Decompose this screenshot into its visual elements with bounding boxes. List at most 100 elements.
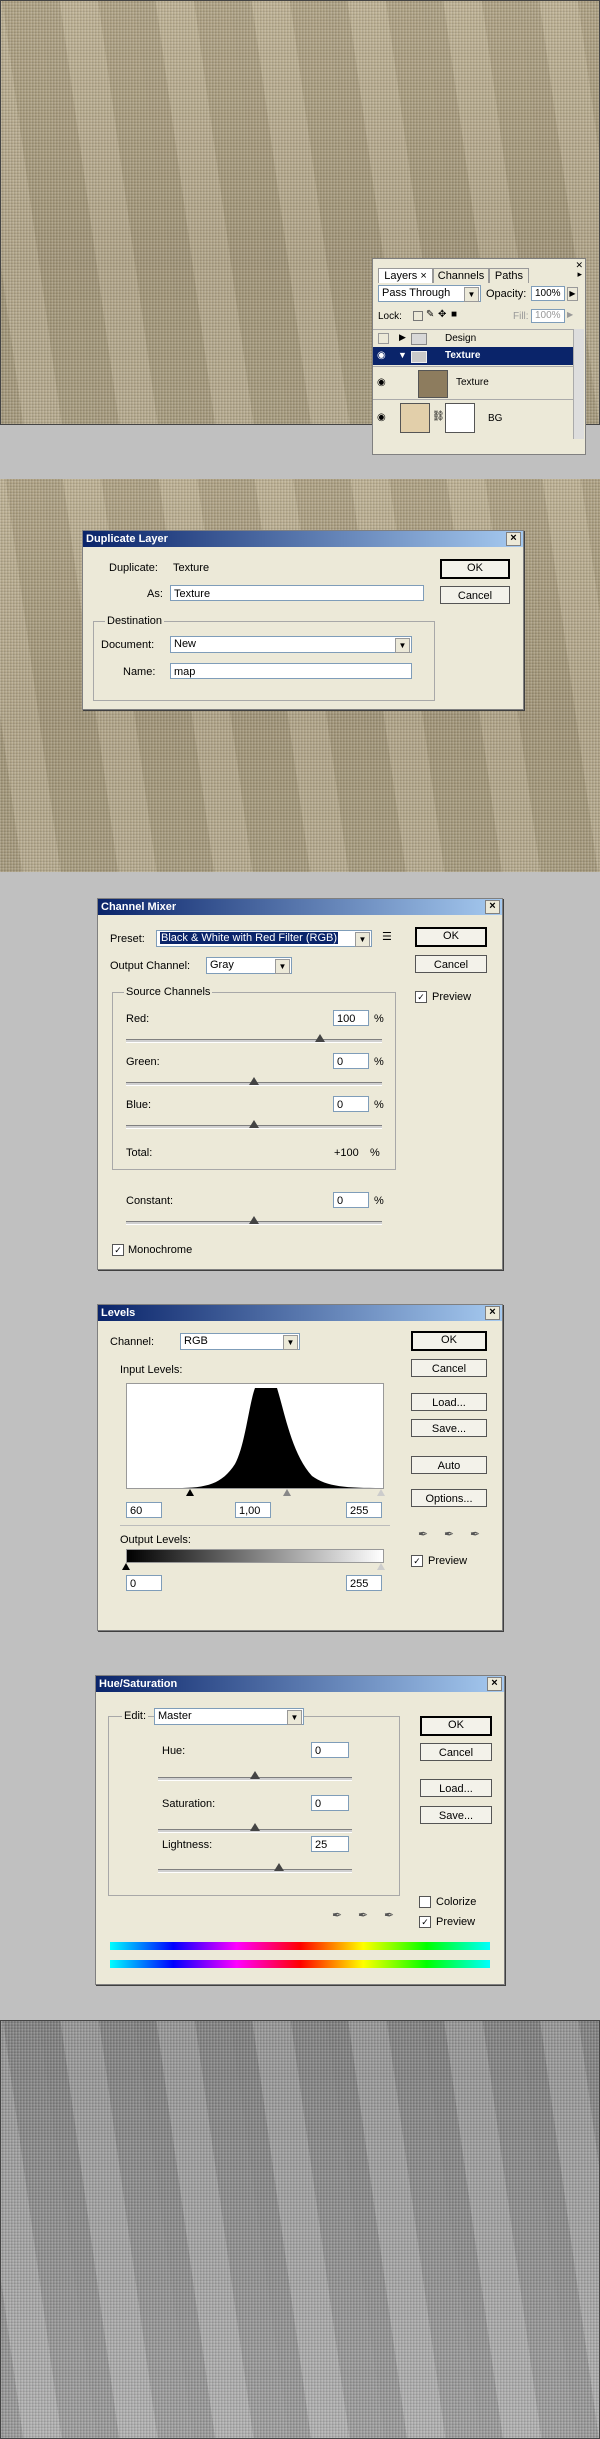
preset-options-icon[interactable]: ☰ [382,930,392,943]
auto-button[interactable]: Auto [411,1456,487,1474]
saturation-input[interactable]: 0 [311,1795,349,1811]
ok-button[interactable]: OK [415,927,487,947]
as-input[interactable]: Texture [170,585,424,601]
output-black-thumb[interactable] [122,1563,130,1570]
green-label: Green: [126,1056,160,1068]
lightness-input[interactable]: 25 [311,1836,349,1852]
name-input[interactable]: map [170,663,412,679]
hue-slider-thumb[interactable] [250,1771,260,1779]
layer-row-texture-group[interactable]: ◉ ▼ Texture [373,347,583,365]
blue-slider-thumb[interactable] [249,1120,259,1128]
input-black-thumb[interactable] [186,1489,194,1496]
red-input[interactable]: 100 [333,1010,369,1026]
hue-input[interactable]: 0 [311,1742,349,1758]
close-icon[interactable]: × [485,1306,500,1320]
constant-slider-thumb[interactable] [249,1216,259,1224]
panel-menu-icon[interactable]: ▸ [577,269,582,280]
layer-mask-thumbnail[interactable] [445,403,475,433]
red-slider[interactable] [126,1039,382,1043]
input-white-thumb[interactable] [377,1489,385,1496]
panel-scrollbar[interactable] [573,329,584,439]
output-black-field[interactable]: 0 [126,1575,162,1591]
ok-button[interactable]: OK [440,559,510,579]
levels-dialog: Levels × Channel: RGB ▼ Input Levels: 60… [97,1304,503,1631]
lightness-slider[interactable] [158,1869,352,1873]
preview-checkbox[interactable]: ✓ [419,1916,431,1928]
eye-icon[interactable]: ◉ [377,350,386,361]
name-label: Name: [123,666,156,678]
blue-label: Blue: [126,1099,152,1111]
gray-eyedropper-icon[interactable]: ✒ [444,1527,454,1541]
source-channels-label: Source Channels [124,986,213,998]
lock-brush-icon[interactable]: ✎ [426,309,434,320]
output-white-thumb[interactable] [377,1563,385,1570]
input-gamma-field[interactable]: 1,00 [235,1502,271,1518]
tab-paths[interactable]: Paths [489,268,529,283]
input-black-field[interactable]: 60 [126,1502,162,1518]
ok-button[interactable]: OK [411,1331,487,1351]
tab-close-icon[interactable]: × [420,270,426,282]
red-slider-thumb[interactable] [315,1034,325,1042]
preview-checkbox[interactable]: ✓ [415,991,427,1003]
cancel-button[interactable]: Cancel [440,586,510,604]
close-icon[interactable]: × [487,1677,502,1691]
preset-select[interactable]: Black & White with Red Filter (RGB) ▼ [156,930,372,947]
tab-layers[interactable]: Layers × [378,268,433,283]
close-icon[interactable]: × [506,532,521,546]
destination-label: Destination [105,615,165,627]
cancel-button[interactable]: Cancel [411,1359,487,1377]
hue-spectrum-bar-bottom [110,1960,490,1968]
blue-input[interactable]: 0 [333,1096,369,1112]
lightness-slider-thumb[interactable] [274,1863,284,1871]
lock-all-icon[interactable]: ■ [451,309,457,320]
eye-icon[interactable]: ◉ [377,377,386,388]
close-icon[interactable]: × [485,900,500,914]
eye-icon[interactable]: ◉ [377,412,386,423]
cancel-button[interactable]: Cancel [420,1743,492,1761]
constant-input[interactable]: 0 [333,1192,369,1208]
eyedropper-icon[interactable]: ✒ [332,1908,342,1922]
document-select[interactable]: New ▼ [170,636,412,653]
output-channel-label: Output Channel: [110,960,191,972]
cancel-button[interactable]: Cancel [415,955,487,973]
edit-select[interactable]: Master ▼ [154,1708,304,1725]
layer-name: BG [488,413,503,424]
lock-move-icon[interactable]: ✥ [438,309,446,320]
layer-row-design[interactable]: ▶ Design [373,329,573,347]
white-eyedropper-icon[interactable]: ✒ [470,1527,480,1541]
expand-triangle-icon[interactable]: ▶ [399,332,406,343]
tab-channels[interactable]: Channels [433,268,489,283]
fill-arrow-icon[interactable]: ▶ [567,310,573,319]
hue-saturation-dialog: Hue/Saturation × Edit: Master ▼ Hue: 0 S… [95,1675,505,1985]
visibility-toggle-empty[interactable] [378,333,389,344]
options-button[interactable]: Options... [411,1489,487,1507]
channel-select[interactable]: RGB ▼ [180,1333,300,1350]
fill-input[interactable]: 100% [531,309,565,323]
save-button[interactable]: Save... [420,1806,492,1824]
save-button[interactable]: Save... [411,1419,487,1437]
black-eyedropper-icon[interactable]: ✒ [418,1527,428,1541]
input-gamma-thumb[interactable] [283,1489,291,1496]
green-slider-thumb[interactable] [249,1077,259,1085]
layer-row-bg[interactable]: ◉ ⛓ BG [373,399,573,436]
output-channel-select[interactable]: Gray ▼ [206,957,292,974]
eyedropper-minus-icon[interactable]: ✒ [384,1908,394,1922]
colorize-checkbox[interactable] [419,1896,431,1908]
preview-checkbox[interactable]: ✓ [411,1555,423,1567]
output-white-field[interactable]: 255 [346,1575,382,1591]
input-white-field[interactable]: 255 [346,1502,382,1518]
eyedropper-plus-icon[interactable]: ✒ [358,1908,368,1922]
layer-row-texture[interactable]: ◉ Texture [373,366,573,399]
collapse-triangle-icon[interactable]: ▼ [398,350,407,360]
layer-thumbnail [418,370,448,398]
opacity-arrow-icon[interactable]: ▶ [567,287,578,301]
lock-transparent-icon[interactable] [413,311,423,321]
blend-mode-select[interactable]: Pass Through ▼ [378,285,481,302]
saturation-slider-thumb[interactable] [250,1823,260,1831]
green-input[interactable]: 0 [333,1053,369,1069]
opacity-input[interactable]: 100% [531,286,565,301]
monochrome-checkbox[interactable]: ✓ [112,1244,124,1256]
load-button[interactable]: Load... [420,1779,492,1797]
load-button[interactable]: Load... [411,1393,487,1411]
ok-button[interactable]: OK [420,1716,492,1736]
